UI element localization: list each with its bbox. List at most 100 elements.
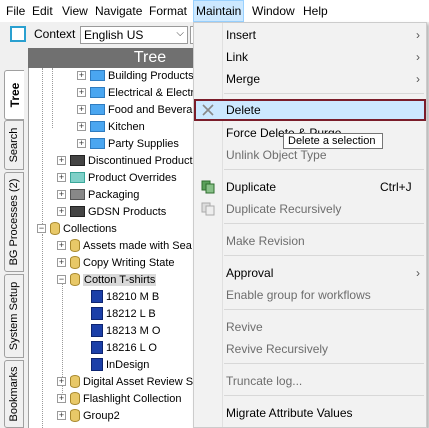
collection-icon: [70, 374, 80, 388]
tree-row[interactable]: + Product Overrides: [57, 170, 177, 187]
expand-icon[interactable]: +: [77, 138, 86, 148]
tree-row[interactable]: + Copy Writing State: [57, 255, 175, 272]
folder-icon: [90, 137, 105, 149]
delete-icon: [202, 104, 214, 116]
tab-bookmarks-label: Bookmarks: [8, 366, 20, 422]
expand-icon[interactable]: +: [57, 410, 66, 420]
menu-view[interactable]: View: [60, 0, 90, 22]
tab-bookmarks[interactable]: Bookmarks: [4, 360, 24, 428]
context-icon: [10, 26, 26, 42]
tree-row[interactable]: 18210 M B: [91, 289, 159, 306]
tab-bg-processes[interactable]: BG Processes (2): [4, 172, 24, 272]
collection-icon: [70, 272, 80, 286]
tree-row[interactable]: + Food and Bevera: [77, 102, 192, 119]
menu-bar: File Edit View Navigate Format Maintain …: [0, 0, 429, 23]
tree-row[interactable]: + Digital Asset Review S: [57, 374, 193, 391]
tree-row[interactable]: − Collections: [37, 221, 117, 238]
tree-row[interactable]: 18212 L B: [91, 306, 156, 323]
duplicate-recursive-icon: [201, 202, 215, 216]
expand-icon[interactable]: +: [57, 206, 66, 216]
expand-icon[interactable]: +: [57, 240, 66, 250]
tree-row[interactable]: 18213 M O: [91, 323, 160, 340]
tree-row[interactable]: + Assets made with Sea: [57, 238, 192, 255]
expand-icon[interactable]: +: [77, 121, 86, 131]
folder-icon: [90, 103, 105, 115]
tree-row-selected[interactable]: − Cotton T-shirts: [57, 272, 157, 289]
menu-item-approval[interactable]: Approval ›: [194, 262, 426, 284]
menu-item-enable-group[interactable]: Enable group for workflows: [194, 284, 426, 306]
tab-tree-label: Tree: [7, 82, 22, 108]
collection-icon: [70, 408, 80, 422]
expand-icon[interactable]: +: [57, 257, 66, 267]
tab-system-setup-label: System Setup: [8, 281, 20, 351]
side-tabs: Tree Search BG Processes (2) System Setu…: [0, 48, 28, 428]
tree-row[interactable]: + Packaging: [57, 187, 139, 204]
menu-item-migrate-attribute-values[interactable]: Migrate Attribute Values: [194, 402, 426, 424]
tree-row[interactable]: + GDSN Products: [57, 204, 166, 221]
tree-row[interactable]: + Electrical & Electr: [77, 85, 194, 102]
menu-format[interactable]: Format: [147, 0, 189, 22]
menu-item-delete[interactable]: Delete: [194, 99, 426, 121]
tree-row[interactable]: + Group2: [57, 408, 120, 425]
product-icon: [91, 323, 103, 337]
tooltip: Delete a selection: [283, 133, 383, 149]
expand-icon[interactable]: +: [57, 376, 66, 386]
expand-icon[interactable]: +: [77, 104, 86, 114]
tab-search-label: Search: [8, 127, 20, 163]
folder-icon: [90, 69, 105, 81]
expand-icon[interactable]: +: [57, 393, 66, 403]
tab-search[interactable]: Search: [4, 120, 24, 170]
expand-icon[interactable]: +: [57, 172, 66, 182]
tree-row[interactable]: 18216 L O: [91, 340, 157, 357]
collapse-icon[interactable]: −: [37, 223, 46, 233]
submenu-arrow-icon: ›: [416, 72, 420, 86]
collection-icon: [70, 238, 80, 252]
folder-icon: [70, 188, 85, 200]
context-select[interactable]: English US ⌵: [80, 26, 188, 44]
expand-icon[interactable]: +: [57, 155, 66, 165]
tree-row[interactable]: + Flashlight Collection: [57, 391, 181, 408]
folder-icon: [90, 120, 105, 132]
submenu-arrow-icon: ›: [416, 50, 420, 64]
tree-row[interactable]: + Discontinued Product: [57, 153, 193, 170]
folder-icon: [70, 154, 85, 166]
duplicate-icon: [201, 180, 215, 194]
collapse-icon[interactable]: −: [57, 274, 66, 284]
submenu-arrow-icon: ›: [416, 266, 420, 280]
menu-item-duplicate[interactable]: Duplicate Ctrl+J: [194, 176, 426, 198]
collection-icon: [50, 221, 60, 235]
tree-row[interactable]: + Party Supplies: [77, 136, 179, 153]
expand-icon[interactable]: +: [77, 70, 86, 80]
menu-edit[interactable]: Edit: [30, 0, 55, 22]
chevron-down-icon: ⌵: [176, 28, 184, 39]
menu-item-merge[interactable]: Merge ›: [194, 68, 426, 90]
menu-item-link[interactable]: Link ›: [194, 46, 426, 68]
tree-row[interactable]: + Kitchen: [77, 119, 145, 136]
product-icon: [91, 306, 103, 320]
tree-row[interactable]: InDesign: [91, 357, 149, 374]
tab-system-setup[interactable]: System Setup: [4, 274, 24, 358]
menu-navigate[interactable]: Navigate: [93, 0, 144, 22]
menu-item-make-revision[interactable]: Make Revision: [194, 230, 426, 252]
collection-icon: [70, 255, 80, 269]
menu-item-revive-recursively[interactable]: Revive Recursively: [194, 338, 426, 360]
menu-file[interactable]: File: [4, 0, 27, 22]
expand-icon[interactable]: +: [77, 87, 86, 97]
menu-item-truncate-log[interactable]: Truncate log...: [194, 370, 426, 392]
menu-item-duplicate-recursively[interactable]: Duplicate Recursively: [194, 198, 426, 220]
context-select-value: English US: [84, 28, 144, 42]
menu-window[interactable]: Window: [250, 0, 297, 22]
tree-row[interactable]: + Building Products: [77, 68, 194, 85]
collection-icon: [70, 391, 80, 405]
context-label: Context: [34, 27, 76, 41]
tab-tree[interactable]: Tree: [4, 70, 24, 120]
folder-icon: [90, 86, 105, 98]
product-icon: [91, 357, 103, 371]
product-icon: [91, 340, 103, 354]
menu-help[interactable]: Help: [301, 0, 330, 22]
menu-item-revive[interactable]: Revive: [194, 316, 426, 338]
maintain-menu: Insert › Link › Merge › Delete Force Del…: [193, 22, 427, 428]
menu-maintain[interactable]: Maintain: [193, 0, 245, 22]
menu-item-insert[interactable]: Insert ›: [194, 24, 426, 46]
expand-icon[interactable]: +: [57, 189, 66, 199]
